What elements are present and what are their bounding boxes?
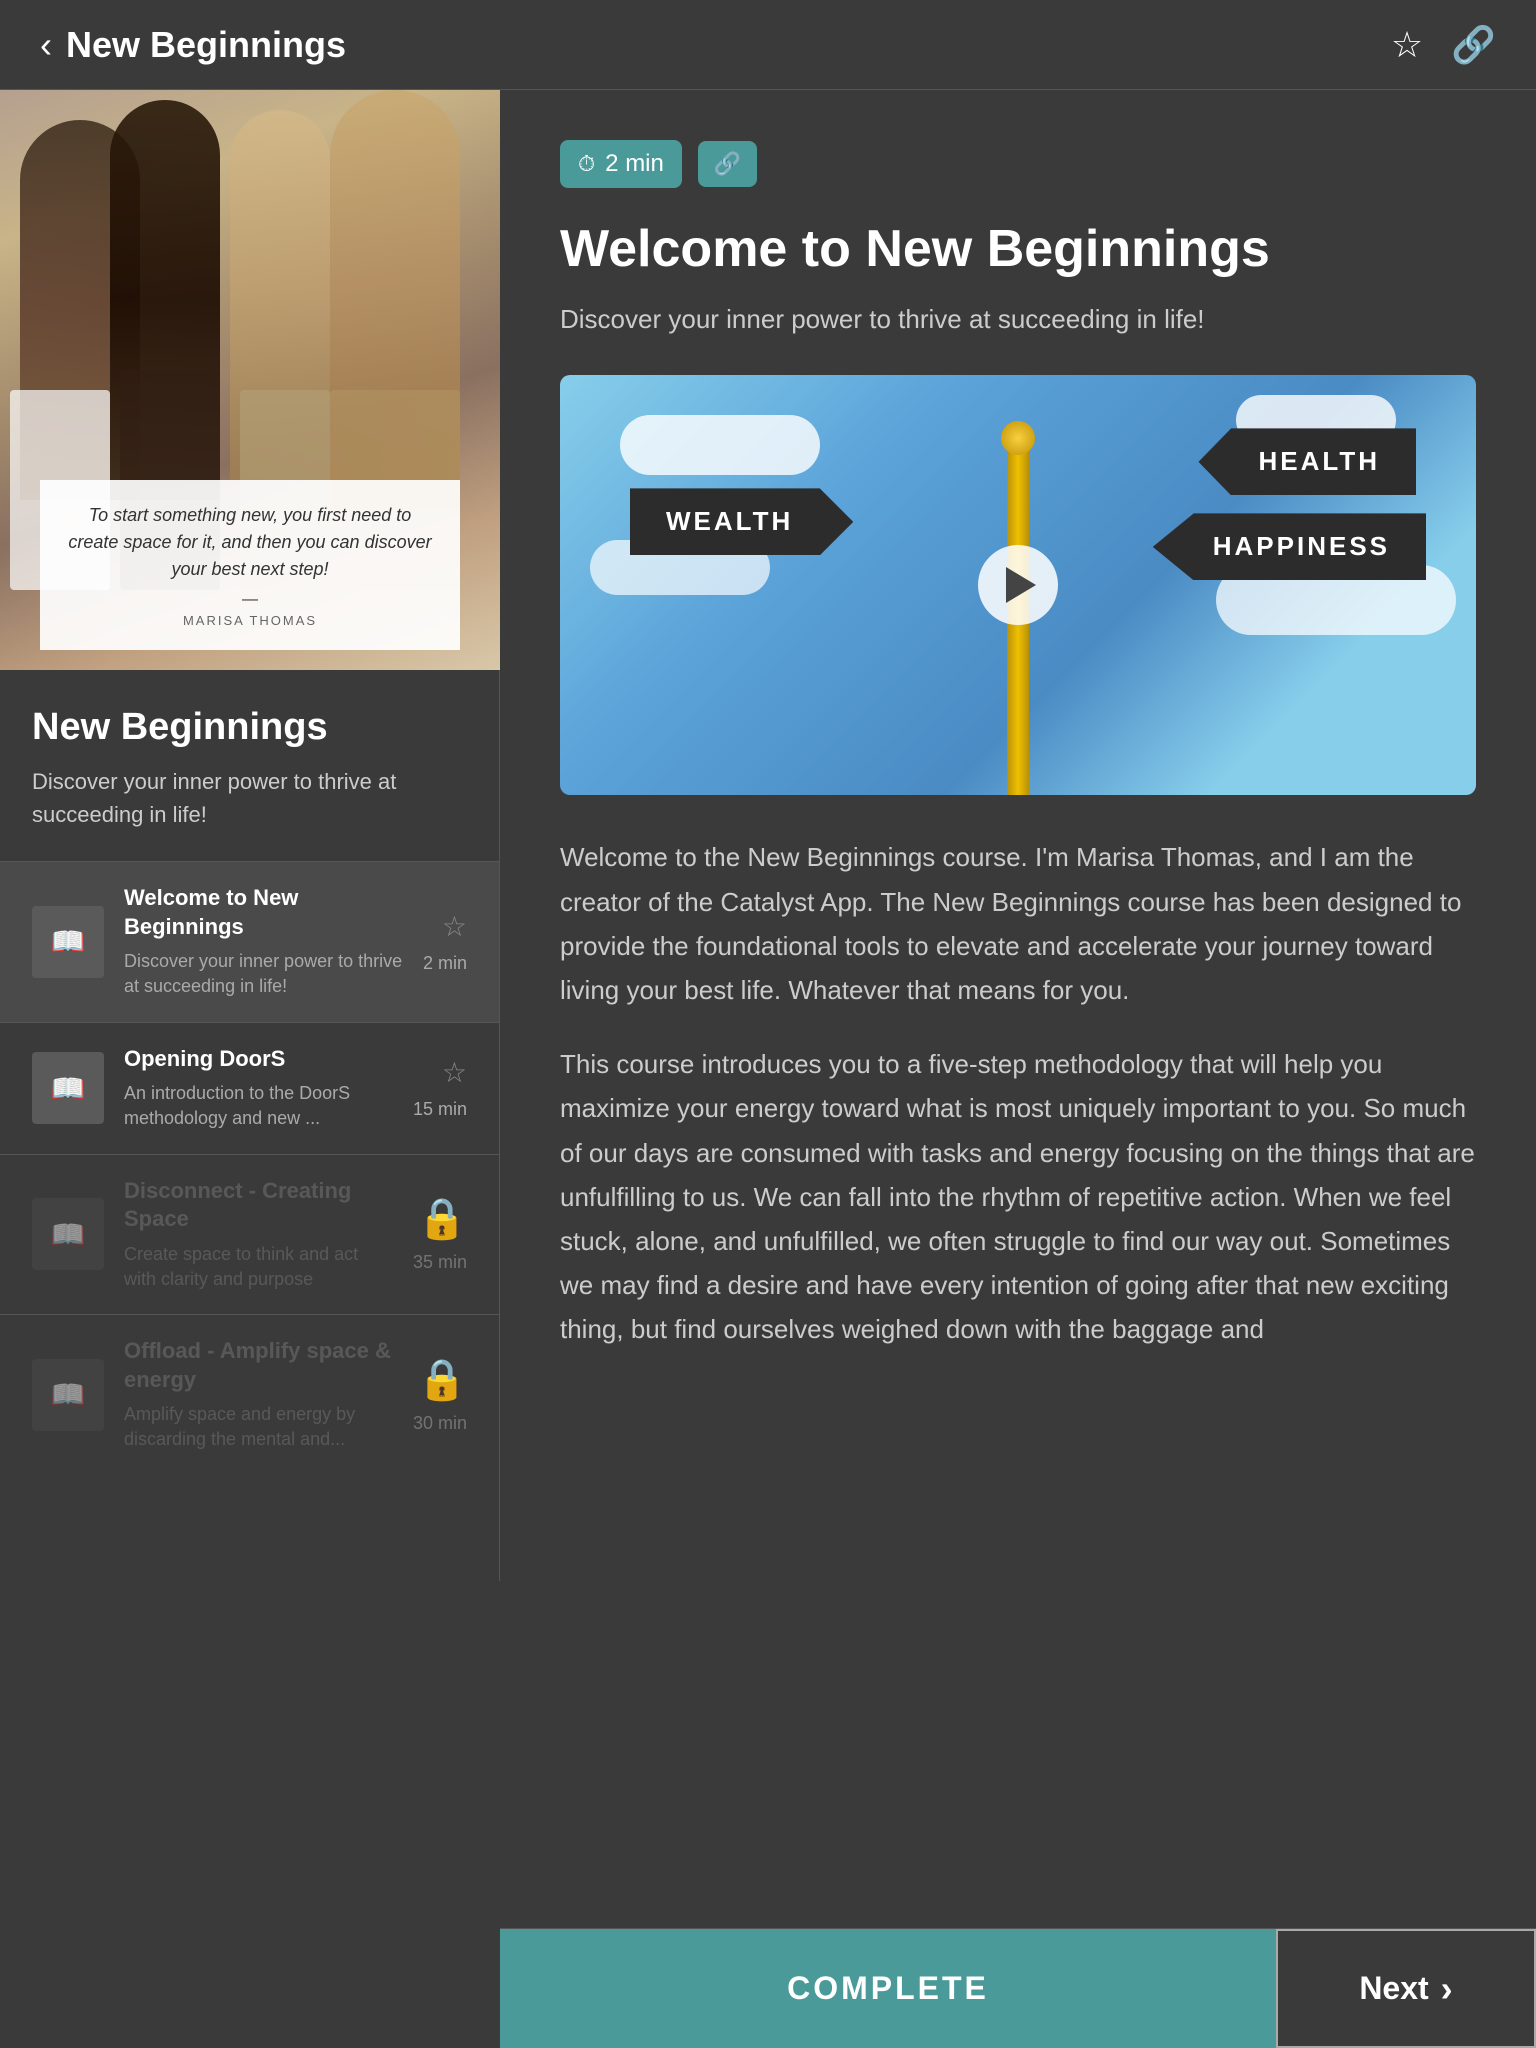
lesson-thumbnail: 📖 [32,1198,104,1270]
tags-row: ⏱ 2 min 🔗 [560,140,1476,188]
complete-button[interactable]: COMPLETE [500,1929,1276,2048]
star-icon[interactable]: ☆ [442,1056,467,1089]
hero-image: To start something new, you first need t… [0,90,500,670]
book-icon: 📖 [51,1072,86,1105]
body-paragraph-1: Welcome to the New Beginnings course. I'… [560,835,1476,1012]
lesson-right: ☆ 15 min [413,1056,467,1120]
clock-icon: ⏱ [578,151,595,177]
star-icon[interactable]: ☆ [442,910,467,943]
content-title: Welcome to New Beginnings [560,218,1476,280]
list-item[interactable]: 📖 Welcome to New Beginnings Discover you… [0,861,499,1022]
right-panel-scroll: ⏱ 2 min 🔗 Welcome to New Beginnings Disc… [560,140,1476,1531]
lock-icon: 🔒 [417,1356,467,1403]
time-label: 2 min [605,150,664,178]
body-paragraph-2: This course introduces you to a five-ste… [560,1042,1476,1351]
lesson-duration: 15 min [413,1099,467,1120]
list-item[interactable]: 📖 Offload - Amplify space & energy Ampli… [0,1314,499,1475]
lesson-right: 🔒 35 min [413,1195,467,1273]
left-panel: To start something new, you first need t… [0,90,500,1581]
lesson-description: Amplify space and energy by discarding t… [124,1402,393,1452]
quote-text: To start something new, you first need t… [66,502,434,583]
lesson-description: An introduction to the DoorS methodology… [124,1081,393,1131]
lesson-description: Discover your inner power to thrive at s… [124,949,403,999]
book-icon: 📖 [51,1218,86,1251]
time-tag: ⏱ 2 min [560,140,682,188]
quote-dash: — [66,591,434,609]
back-button[interactable]: ‹ [40,24,52,66]
bottom-bar: COMPLETE Next › [500,1928,1536,2048]
right-panel: ⏱ 2 min 🔗 Welcome to New Beginnings Disc… [500,90,1536,1581]
link-icon[interactable]: 🔗 [1451,24,1496,66]
lesson-title: Disconnect - Creating Space [124,1177,393,1234]
link-tag[interactable]: 🔗 [698,141,757,187]
lesson-list: 📖 Welcome to New Beginnings Discover you… [0,851,499,1485]
header: ‹ New Beginnings ☆ 🔗 [0,0,1536,90]
list-item[interactable]: 📖 Disconnect - Creating Space Create spa… [0,1154,499,1315]
main-content: To start something new, you first need t… [0,90,1536,1581]
lesson-right: ☆ 2 min [423,910,467,974]
quote-box: To start something new, you first need t… [40,480,460,650]
header-right: ☆ 🔗 [1391,24,1496,66]
bookmark-icon[interactable]: ☆ [1391,24,1423,66]
wealth-sign: WEALTH [630,488,853,555]
lesson-thumbnail: 📖 [32,906,104,978]
health-sign: HEALTH [1198,428,1416,495]
lesson-info: Welcome to New Beginnings Discover your … [124,884,403,1000]
lesson-title: Offload - Amplify space & energy [124,1337,393,1394]
book-icon: 📖 [51,1378,86,1411]
play-button[interactable] [978,545,1058,625]
next-chevron-icon: › [1441,1968,1453,2010]
lesson-right: 🔒 30 min [413,1356,467,1434]
lesson-thumbnail: 📖 [32,1052,104,1124]
header-left: ‹ New Beginnings [40,24,346,66]
content-subtitle: Discover your inner power to thrive at s… [560,300,1476,339]
lesson-info: Disconnect - Creating Space Create space… [124,1177,393,1293]
lesson-title: Welcome to New Beginnings [124,884,403,941]
next-button[interactable]: Next › [1276,1929,1536,2048]
list-item[interactable]: 📖 Opening DoorS An introduction to the D… [0,1022,499,1154]
play-triangle-icon [1006,567,1036,603]
course-subtitle: Discover your inner power to thrive at s… [32,765,467,831]
book-icon: 📖 [51,925,86,958]
lesson-thumbnail: 📖 [32,1359,104,1431]
lesson-duration: 35 min [413,1252,467,1273]
course-main-title: New Beginnings [32,706,467,749]
lesson-title: Opening DoorS [124,1045,393,1074]
video-thumbnail[interactable]: WEALTH HEALTH HAPPINESS [560,375,1476,795]
header-title: New Beginnings [66,24,346,66]
quote-author: MARISA THOMAS [66,613,434,628]
course-title-section: New Beginnings Discover your inner power… [0,670,499,851]
next-label: Next [1359,1970,1428,2007]
lesson-duration: 30 min [413,1413,467,1434]
lesson-info: Offload - Amplify space & energy Amplify… [124,1337,393,1453]
content-body: Welcome to the New Beginnings course. I'… [560,835,1476,1351]
lock-icon: 🔒 [417,1195,467,1242]
lesson-description: Create space to think and act with clari… [124,1242,393,1292]
lesson-duration: 2 min [423,953,467,974]
lesson-info: Opening DoorS An introduction to the Doo… [124,1045,393,1132]
happiness-sign: HAPPINESS [1153,513,1426,580]
